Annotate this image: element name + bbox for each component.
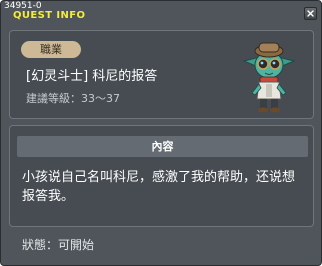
title-bar[interactable]: 34951-0 QUEST INFO <box>1 1 321 25</box>
close-button[interactable] <box>304 7 317 20</box>
quest-summary-panel: 職業 [幻灵斗士] 科尼的报答 建議等級：33～37 <box>9 30 314 119</box>
close-icon <box>307 10 314 17</box>
category-badge: 職業 <box>21 41 81 58</box>
window-title: QUEST INFO <box>13 10 86 21</box>
quest-status: 狀態：可開始 <box>22 238 95 252</box>
content-header: 內容 <box>17 136 308 157</box>
recommended-level: 建議等級：33～37 <box>26 92 120 105</box>
npc-portrait <box>242 42 296 113</box>
quest-content-panel: 內容 小孩说自己名叫科尼，感激了我的帮助，还说想报答我。 <box>9 125 314 227</box>
quest-name: [幻灵斗士] 科尼的报答 <box>26 69 158 84</box>
quest-info-window: 34951-0 QUEST INFO 職業 [幻灵斗士] 科尼的报答 建議等級：… <box>0 0 322 266</box>
content-text: 小孩说自己名叫科尼，感激了我的帮助，还说想报答我。 <box>22 170 296 204</box>
